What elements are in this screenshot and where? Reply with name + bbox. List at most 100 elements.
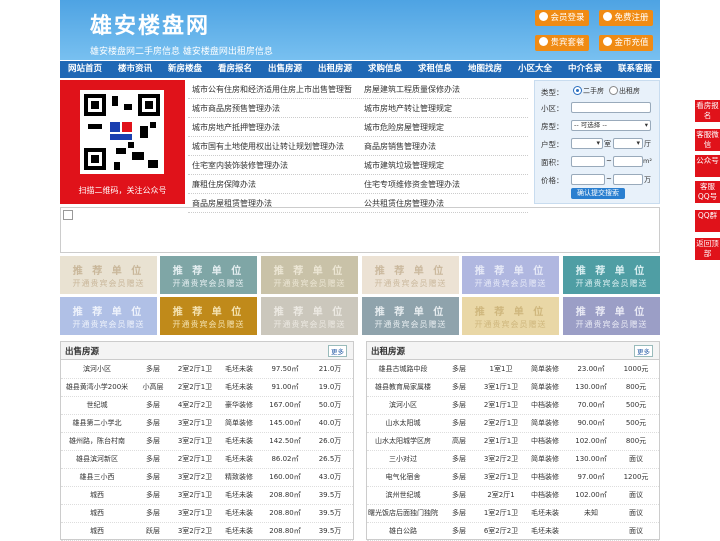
listing-title[interactable]: 曙光饭店后面独门独院 — [367, 508, 439, 518]
listing-title[interactable]: 雄州路，陈台村南 — [61, 436, 133, 446]
price-max-input[interactable] — [613, 174, 643, 185]
radio-secondhand[interactable] — [573, 86, 582, 95]
listing-title[interactable]: 雄县黄湾小学200米 — [61, 382, 133, 392]
side-viewing-signup[interactable]: 看房报名 — [695, 100, 720, 122]
listing-row[interactable]: 雄县教育局家属楼 多层 3室1厅1卫 简单装修 130.00㎡ 800元 — [367, 378, 659, 397]
side-service-wechat[interactable]: 客服微信 — [695, 129, 720, 151]
site-logo[interactable]: 雄安楼盘网 — [90, 8, 210, 40]
recharge-button[interactable]: 金币充值 — [599, 35, 653, 51]
listing-title[interactable]: 城西 — [61, 490, 133, 500]
policy-link[interactable]: 廉租住房保障办法 — [192, 179, 256, 190]
login-button[interactable]: 会员登录 — [535, 10, 589, 26]
nav-agents[interactable]: 中介名录 — [560, 61, 610, 78]
nav-communities[interactable]: 小区大全 — [510, 61, 560, 78]
listing-row[interactable]: 雄县第二小学北 多层 3室2厅1卫 简单装修 145.00㎡ 40.0万 — [61, 414, 353, 433]
listing-title[interactable]: 滨河小区 — [61, 364, 133, 374]
side-qq-group[interactable]: QQ群 — [695, 210, 720, 232]
register-button[interactable]: 免费注册 — [599, 10, 653, 26]
recommend-unit-slot[interactable]: 推 荐 单 位开通贵宾会员赠送 — [160, 297, 257, 335]
listing-title[interactable]: 滨州世纪城 — [367, 490, 439, 500]
nav-viewing-signup[interactable]: 看房报名 — [210, 61, 260, 78]
ad-banner[interactable] — [60, 207, 660, 253]
recommend-unit-slot[interactable]: 推 荐 单 位开通贵宾会员赠送 — [160, 256, 257, 294]
listing-row[interactable]: 三小对过 多层 3室2厅2卫 简单装修 130.00㎡ 面议 — [367, 450, 659, 469]
listing-title[interactable]: 三小对过 — [367, 454, 439, 464]
recommend-unit-slot[interactable]: 推 荐 单 位开通贵宾会员赠送 — [261, 297, 358, 335]
listing-title[interactable]: 滨河小区 — [367, 400, 439, 410]
side-back-to-top[interactable]: 返回顶部 — [695, 238, 720, 260]
area-max-input[interactable] — [613, 156, 643, 167]
listing-title[interactable]: 雄白公路 — [367, 526, 439, 536]
recommend-unit-slot[interactable]: 推 荐 单 位开通贵宾会员赠送 — [563, 297, 660, 335]
recommend-unit-slot[interactable]: 推 荐 单 位开通贵宾会员赠送 — [362, 256, 459, 294]
policy-link[interactable]: 城市危险房屋管理规定 — [364, 122, 444, 133]
policy-link[interactable]: 城市建筑垃圾管理规定 — [364, 160, 444, 171]
listing-row[interactable]: 雄县黄湾小学200米 小高层 2室2厅1卫 毛坯未装 91.00㎡ 19.0万 — [61, 378, 353, 397]
listing-row[interactable]: 城西 多层 3室2厅1卫 毛坯未装 208.80㎡ 39.5万 — [61, 486, 353, 505]
listing-title[interactable]: 电气化宿舍 — [367, 472, 439, 482]
listing-row[interactable]: 滨河小区 多层 2室2厅1卫 毛坯未装 97.50㎡ 21.0万 — [61, 360, 353, 379]
recommend-unit-slot[interactable]: 推 荐 单 位开通贵宾会员赠送 — [60, 297, 157, 335]
rent-more-button[interactable]: 更多 — [634, 345, 653, 357]
side-service-qq[interactable]: 客服QQ号 — [695, 181, 720, 203]
listing-title[interactable]: 世纪城 — [61, 400, 133, 410]
nav-contact[interactable]: 联系客服 — [610, 61, 660, 78]
housetype-select[interactable]: -- 可选择 -- ▾ — [571, 120, 651, 131]
listing-title[interactable]: 城西 — [61, 526, 133, 536]
listing-row[interactable]: 城西 多层 3室2厅1卫 毛坯未装 208.80㎡ 39.5万 — [61, 504, 353, 523]
nav-want-buy[interactable]: 求购信息 — [360, 61, 410, 78]
policy-link[interactable]: 城市国有土地使用权出让转让规划管理办法 — [192, 141, 344, 152]
listing-row[interactable]: 世纪城 多层 4室2厅2卫 豪华装修 167.00㎡ 50.0万 — [61, 396, 353, 415]
listing-row[interactable]: 山水太阳城学区房 高层 2室1厅1卫 中档装修 102.00㎡ 800元 — [367, 432, 659, 451]
policy-link[interactable]: 房屋建筑工程质量保修办法 — [364, 84, 460, 95]
community-input[interactable] — [571, 102, 651, 113]
listing-title[interactable]: 山水太阳城学区房 — [367, 436, 439, 446]
recommend-unit-slot[interactable]: 推 荐 单 位开通贵宾会员赠送 — [462, 256, 559, 294]
listing-row[interactable]: 雄县三小西 多层 3室2厅2卫 精致装修 160.00㎡ 43.0万 — [61, 468, 353, 487]
policy-link[interactable]: 住宅专项维修资金管理办法 — [364, 179, 460, 190]
site-tagline[interactable]: 雄安楼盘网二手房信息 雄安楼盘网出租房信息 — [90, 44, 273, 57]
side-official-account[interactable]: 公众号 — [695, 155, 720, 177]
hall-select[interactable]: ▾ — [613, 138, 643, 149]
listing-row[interactable]: 城西 跃层 3室2厅2卫 毛坯未装 208.80㎡ 39.5万 — [61, 522, 353, 541]
nav-new-homes[interactable]: 新房楼盘 — [160, 61, 210, 78]
recommend-unit-slot[interactable]: 推 荐 单 位开通贵宾会员赠送 — [563, 256, 660, 294]
nav-for-rent[interactable]: 出租房源 — [310, 61, 360, 78]
search-submit-button[interactable]: 确认提交搜索 — [571, 188, 625, 199]
listing-row[interactable]: 滨州世纪城 多层 2室2厅1 中档装修 102.00㎡ 面议 — [367, 486, 659, 505]
recommend-unit-slot[interactable]: 推 荐 单 位开通贵宾会员赠送 — [462, 297, 559, 335]
policy-link[interactable]: 城市商品房预售管理办法 — [192, 103, 280, 114]
sale-more-button[interactable]: 更多 — [328, 345, 347, 357]
nav-want-rent[interactable]: 求租信息 — [410, 61, 460, 78]
nav-news[interactable]: 楼市资讯 — [110, 61, 160, 78]
radio-rent[interactable] — [609, 86, 618, 95]
nav-for-sale[interactable]: 出售房源 — [260, 61, 310, 78]
listing-row[interactable]: 滨河小区 多层 2室1厅1卫 中档装修 70.00㎡ 500元 — [367, 396, 659, 415]
policy-link[interactable]: 城市公有住房和经济适用住房上市出售管理暂 — [192, 84, 352, 95]
room-select[interactable]: ▾ — [571, 138, 603, 149]
listing-title[interactable]: 城西 — [61, 508, 133, 518]
recommend-unit-slot[interactable]: 推 荐 单 位开通贵宾会员赠送 — [362, 297, 459, 335]
listing-row[interactable]: 曙光饭店后面独门独院 多层 1室2厅1卫 毛坯未装 未知 面议 — [367, 504, 659, 523]
price-min-input[interactable] — [571, 174, 605, 185]
listing-title[interactable]: 雄县教育局家属楼 — [367, 382, 439, 392]
nav-map[interactable]: 地图找房 — [460, 61, 510, 78]
recommend-unit-slot[interactable]: 推 荐 单 位开通贵宾会员赠送 — [261, 256, 358, 294]
area-min-input[interactable] — [571, 156, 605, 167]
listing-title[interactable]: 雄县古城路中段 — [367, 364, 439, 374]
listing-title[interactable]: 雄县滨河新区 — [61, 454, 133, 464]
policy-link[interactable]: 城市房地产抵押管理办法 — [192, 122, 280, 133]
listing-row[interactable]: 雄县滨河新区 多层 2室2厅1卫 毛坯未装 86.02㎡ 26.5万 — [61, 450, 353, 469]
listing-row[interactable]: 雄州路，陈台村南 多层 3室2厅1卫 毛坯未装 142.50㎡ 26.0万 — [61, 432, 353, 451]
listing-row[interactable]: 电气化宿舍 多层 3室2厅1卫 中档装修 97.00㎡ 1200元 — [367, 468, 659, 487]
recommend-unit-slot[interactable]: 推 荐 单 位开通贵宾会员赠送 — [60, 256, 157, 294]
listing-title[interactable]: 雄县三小西 — [61, 472, 133, 482]
policy-link[interactable]: 城市房地产转让管理规定 — [364, 103, 452, 114]
vip-package-button[interactable]: 贵宾套餐 — [535, 35, 589, 51]
policy-link[interactable]: 商品房销售管理办法 — [364, 141, 436, 152]
nav-home[interactable]: 网站首页 — [60, 61, 110, 78]
listing-row[interactable]: 雄县古城路中段 多层 1室1卫 简单装修 23.00㎡ 1000元 — [367, 360, 659, 379]
listing-row[interactable]: 山水太阳城 多层 2室2厅1卫 简单装修 90.00㎡ 500元 — [367, 414, 659, 433]
listing-title[interactable]: 山水太阳城 — [367, 418, 439, 428]
listing-row[interactable]: 雄白公路 多层 6室2厅2卫 毛坯未装 面议 — [367, 522, 659, 541]
